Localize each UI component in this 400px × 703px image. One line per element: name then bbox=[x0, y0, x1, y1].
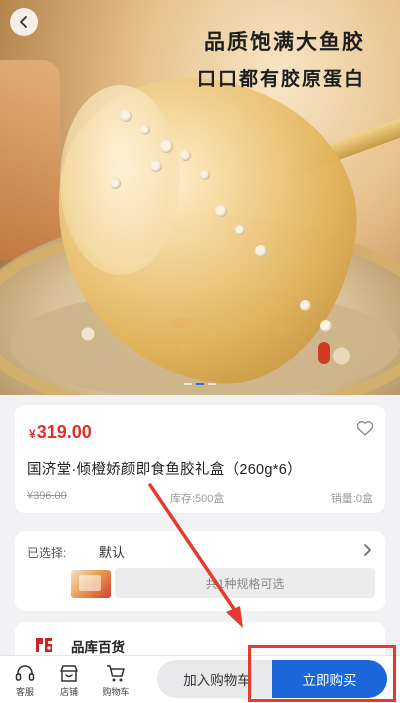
spec-options-button[interactable]: 共1种规格可选 bbox=[115, 568, 375, 598]
headline-line2: 口口都有胶原蛋白 bbox=[196, 69, 365, 90]
spec-thumbnail[interactable] bbox=[71, 570, 111, 598]
seed bbox=[215, 205, 227, 217]
cart-icon bbox=[107, 665, 125, 682]
seed bbox=[200, 170, 210, 180]
tab-customer-service[interactable]: 客服 bbox=[7, 663, 43, 698]
headset-icon bbox=[15, 665, 35, 681]
carousel-dot bbox=[184, 383, 192, 385]
heart-icon[interactable] bbox=[355, 418, 375, 438]
price-value: 319.00 bbox=[36, 422, 92, 442]
spec-value: 默认 bbox=[99, 545, 126, 560]
tab-label: 购物车 bbox=[102, 687, 130, 697]
seed bbox=[110, 178, 121, 189]
tab-label: 店铺 bbox=[59, 687, 78, 697]
seed bbox=[160, 140, 173, 153]
tab-label: 客服 bbox=[15, 687, 34, 697]
seed bbox=[255, 245, 267, 257]
carousel-indicator bbox=[0, 383, 400, 385]
spec-label: 已选择: bbox=[27, 546, 67, 560]
goji-berry bbox=[318, 342, 330, 364]
store-logo-icon bbox=[36, 638, 52, 652]
seed bbox=[150, 160, 162, 172]
carousel-dot-active bbox=[196, 383, 204, 385]
seed bbox=[120, 110, 132, 122]
product-title: 国济堂·倾橙娇颜即食鱼胶礼盒（260g*6） bbox=[27, 462, 302, 478]
seed bbox=[140, 125, 150, 135]
carousel-dot bbox=[208, 383, 216, 385]
stock-count: 库存:500盒 bbox=[170, 493, 225, 505]
annotation-highlight-box bbox=[248, 645, 396, 702]
chevron-right-icon[interactable] bbox=[361, 543, 373, 557]
store-icon bbox=[60, 665, 78, 682]
seed bbox=[320, 320, 332, 332]
seed bbox=[300, 300, 311, 311]
tab-store[interactable]: 店铺 bbox=[51, 663, 87, 698]
original-price: ¥396.00 bbox=[27, 490, 67, 502]
back-button[interactable] bbox=[10, 8, 38, 36]
product-image-carousel[interactable]: 品质饱满大鱼胶 口口都有胶原蛋白 bbox=[0, 0, 400, 395]
chevron-left-icon bbox=[20, 16, 27, 28]
seed bbox=[235, 225, 245, 235]
jar-decoration bbox=[0, 60, 60, 260]
product-info-card: ¥319.00 国济堂·倾橙娇颜即食鱼胶礼盒（260g*6） ¥396.00 库… bbox=[15, 405, 385, 513]
sales-count: 销量:0盒 bbox=[330, 493, 373, 505]
currency-symbol: ¥ bbox=[29, 427, 36, 441]
headline-line1: 品质饱满大鱼胶 bbox=[204, 31, 365, 54]
tab-cart[interactable]: 购物车 bbox=[98, 663, 134, 698]
store-name: 品库百货 bbox=[71, 640, 125, 655]
price: ¥319.00 bbox=[29, 422, 92, 443]
spec-selector-card[interactable]: 已选择: 默认 共1种规格可选 bbox=[15, 531, 385, 611]
seed bbox=[180, 150, 191, 161]
promo-headline: 品质饱满大鱼胶 口口都有胶原蛋白 bbox=[197, 28, 365, 96]
